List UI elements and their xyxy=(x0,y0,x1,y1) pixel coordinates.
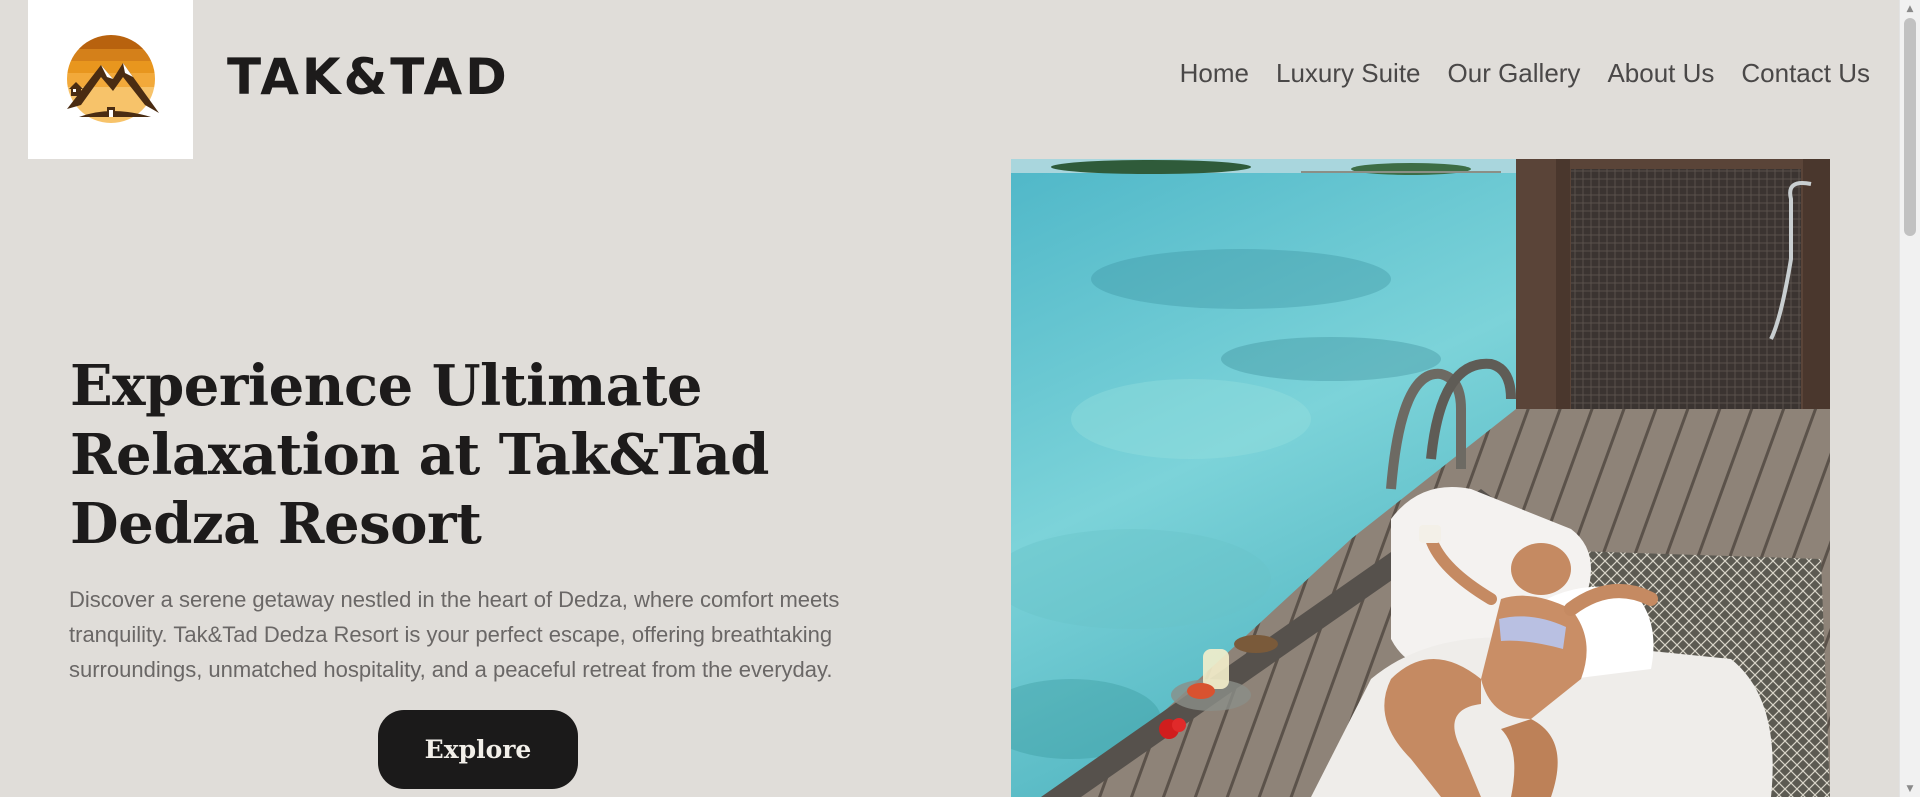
page-scrollbar[interactable]: ▲ ▼ xyxy=(1899,0,1920,797)
nav-contact-us[interactable]: Contact Us xyxy=(1741,58,1870,89)
scroll-thumb[interactable] xyxy=(1904,18,1916,236)
nav-our-gallery[interactable]: Our Gallery xyxy=(1448,58,1581,89)
mountain-sunset-logo-icon xyxy=(66,34,159,123)
logo[interactable] xyxy=(28,0,193,159)
nav-luxury-suite[interactable]: Luxury Suite xyxy=(1276,58,1421,89)
hero-image xyxy=(1011,159,1830,797)
scroll-up-arrow-icon[interactable]: ▲ xyxy=(1900,0,1920,17)
hero-title: Experience Ultimate Relaxation at Tak&Ta… xyxy=(70,353,769,557)
page: TAK&TAD Home Luxury Suite Our Gallery Ab… xyxy=(0,0,1900,797)
nav-home[interactable]: Home xyxy=(1180,58,1249,89)
hero-description: Discover a serene getaway nestled in the… xyxy=(69,587,840,682)
brand-name[interactable]: TAK&TAD xyxy=(227,48,510,106)
nav-about-us[interactable]: About Us xyxy=(1607,58,1714,89)
scroll-down-arrow-icon[interactable]: ▼ xyxy=(1900,780,1920,797)
main-nav: Home Luxury Suite Our Gallery About Us C… xyxy=(1180,58,1870,89)
explore-button[interactable]: Explore xyxy=(378,710,578,789)
